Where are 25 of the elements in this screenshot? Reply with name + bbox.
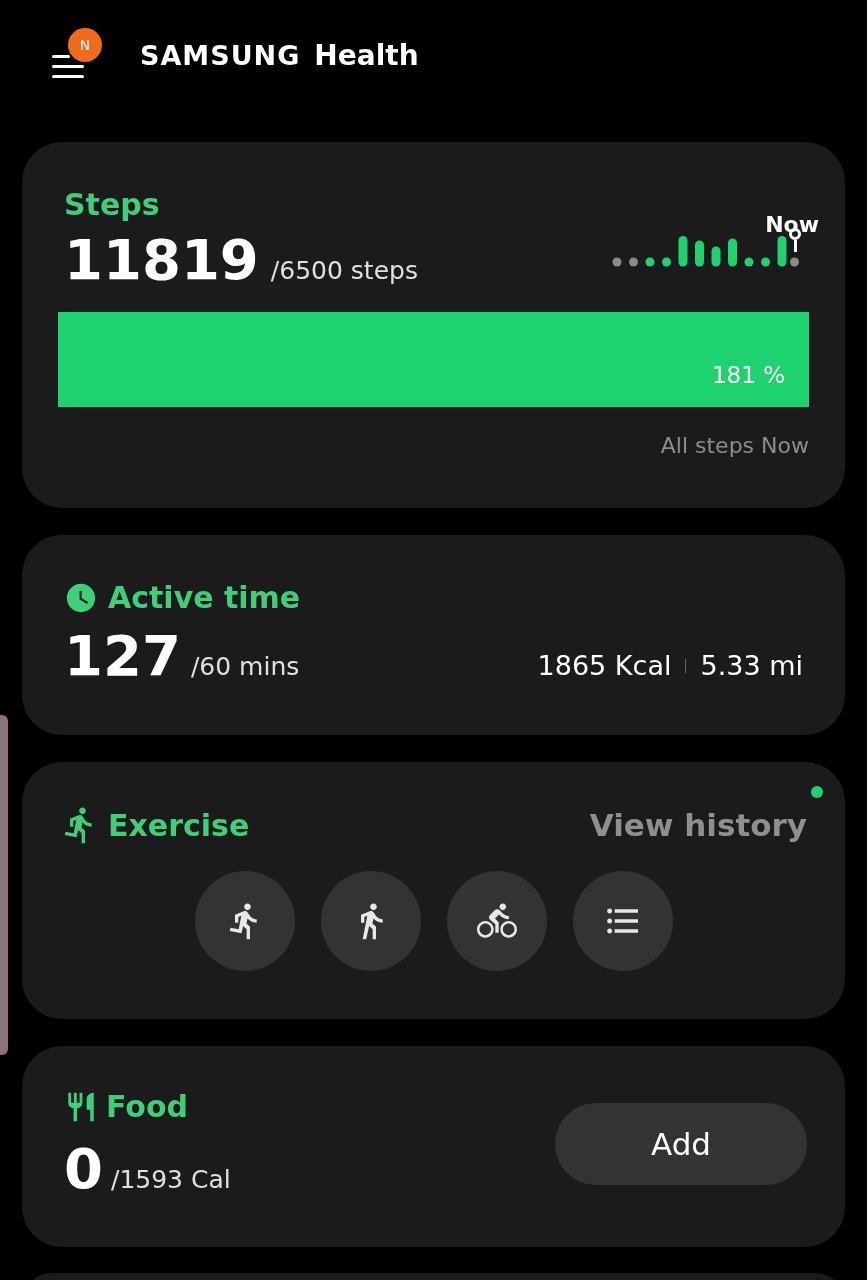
active-time-card[interactable]: Active time 127 /60 mins 1865 Kcal 5.33 mi [22,535,845,735]
active-goal: /60 mins [190,651,300,683]
food-calories: 0 [64,1141,103,1197]
calories-value: 1865 Kcal [537,649,672,683]
steps-title: Steps [63,190,161,220]
notification-badge: N [68,28,102,62]
edge-panel-handle[interactable] [0,715,8,1055]
steps-footer: All steps Now [58,428,809,462]
food-goal: /1593 Cal [110,1164,231,1196]
exercise-title: Exercise [108,806,250,845]
distance-value: 5.33 mi [700,649,803,683]
now-label: Now [765,214,819,236]
view-history-link[interactable]: View history [589,802,807,849]
steps-percent: 181 % [711,361,785,390]
exercise-card[interactable]: Exercise View history [22,762,845,1019]
active-minutes: 127 [64,628,181,684]
active-time-title: Active time [108,579,301,617]
add-food-button[interactable]: Add [555,1103,807,1186]
steps-count: 11819 [64,232,259,288]
food-title: Food [106,1088,188,1126]
brand-name: SAMSUNG [140,39,301,73]
steps-card[interactable]: Steps 11819 /6500 steps Now 181 % All steps Now [22,142,845,508]
food-card[interactable]: Food 0/1593 Cal Add [22,1046,845,1247]
steps-goal: /6500 steps [270,255,418,287]
app-title: Health [314,38,419,74]
